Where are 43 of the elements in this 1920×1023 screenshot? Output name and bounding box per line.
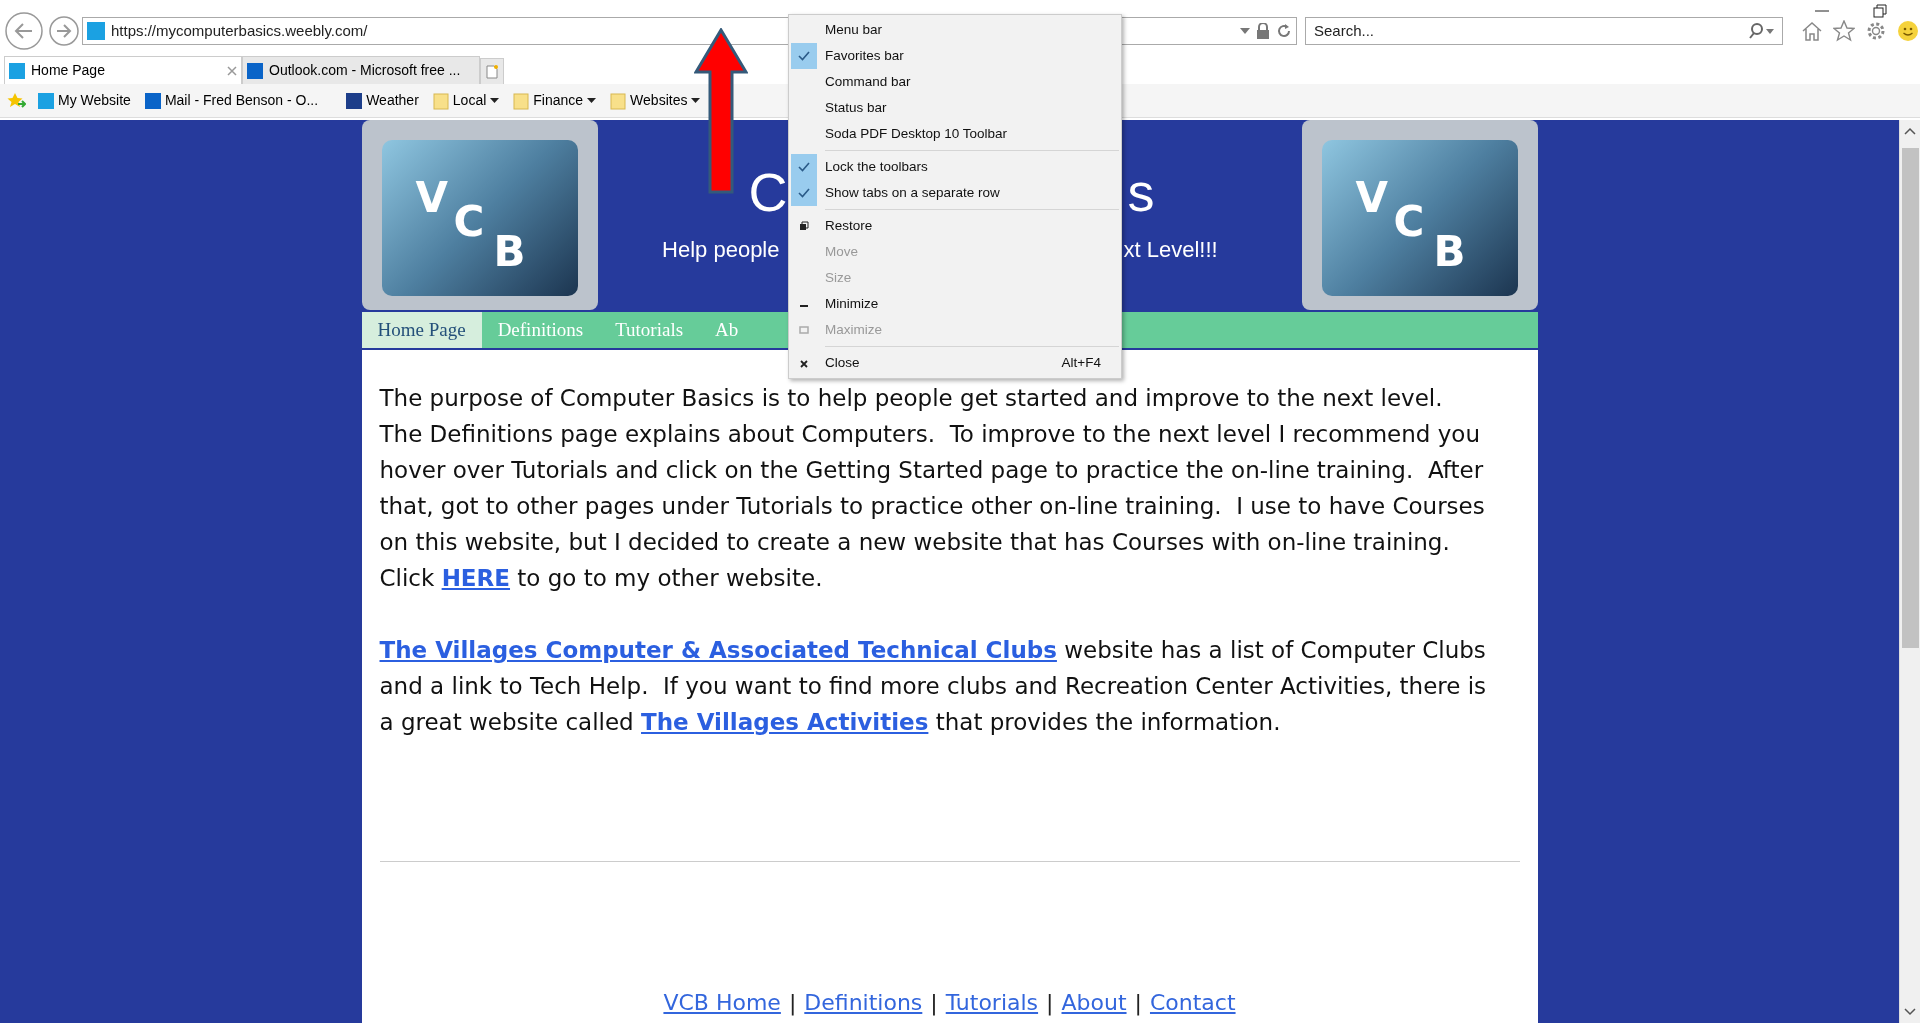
search-field[interactable]: Search...: [1314, 19, 1748, 43]
menu-item[interactable]: Command bar: [789, 69, 1121, 95]
favorites-item[interactable]: My Website: [36, 90, 133, 111]
menu-item[interactable]: Menu bar: [789, 17, 1121, 43]
link[interactable]: HERE: [441, 565, 510, 591]
site-subtitle: xt Level!!!: [1123, 235, 1218, 264]
footer-link[interactable]: VCB Home: [663, 986, 781, 1019]
paragraph: The Villages Computer & Associated Technical Clubs website has a list of Computer Clubs and a link to Tech Help. If you want to find more clubs and Recreation Center Activities, there is a great website called The Villages Activities that provides the information.: [379, 636, 1488, 737]
footer-link[interactable]: Contact: [1149, 986, 1236, 1019]
menu-item[interactable]: Soda PDF Desktop 10 Toolbar: [789, 121, 1121, 147]
search-bar[interactable]: Search...: [1305, 17, 1783, 45]
url-text: https://mycomputerbasics.weebly.com/: [111, 20, 368, 41]
footer-link[interactable]: Definitions: [804, 986, 923, 1019]
pipe-character: |: [788, 989, 797, 1018]
favorites-item[interactable]: Finance: [511, 90, 599, 111]
favorites-item[interactable]: Websites: [608, 90, 703, 111]
menu-item[interactable]: Favorites bar: [789, 43, 1121, 69]
menu-item[interactable]: Restore: [789, 213, 1121, 239]
favorites-item[interactable]: Mail - Fred Benson - O...: [142, 90, 321, 111]
menu-item[interactable]: Show tabs on a separate row: [789, 180, 1121, 206]
vcb-logo-icon: VC B: [1301, 120, 1538, 310]
favorites-item[interactable]: Local: [430, 90, 502, 111]
menu-item[interactable]: Close Alt+F4: [789, 350, 1121, 376]
browser-tab[interactable]: Outlook.com - Microsoft free ...: [242, 56, 480, 84]
shortcut-text: Alt+F4: [1061, 353, 1101, 372]
pipe-character: |: [930, 989, 938, 1018]
nav-link[interactable]: Home Page: [361, 312, 482, 348]
vcb-logo-icon: VC B: [361, 120, 598, 310]
link[interactable]: The Villages Activities: [641, 709, 929, 735]
pipe-character: |: [1134, 989, 1142, 1018]
favorites-item[interactable]: Weather: [344, 90, 421, 111]
footer-link[interactable]: Tutorials: [945, 986, 1039, 1019]
footer-link[interactable]: About: [1061, 986, 1127, 1019]
paragraph: The purpose of Computer Basics is to help people get started and improve to the next level. The Definitions page explains about Computers. To improve to the next level I recommend you hover over Tutorials and click on the Getting Started page to practice the on-line training. After that, got to other pages under Tutorials to practice other on-line training. I use to have Courses on this website, but I decided to create a new website that has Courses with on-line training. Click HERE to go to my other website.: [379, 384, 1486, 593]
menu-item[interactable]: Minimize: [789, 291, 1121, 317]
menu-item[interactable]: Status bar: [789, 95, 1121, 121]
menu-item[interactable]: Lock the toolbars: [789, 154, 1121, 180]
browser-tab[interactable]: Home Page: [4, 56, 242, 84]
link[interactable]: The Villages Computer & Associated Technical Clubs: [379, 637, 1057, 663]
site-title: s: [1127, 164, 1155, 219]
pipe-character: |: [1046, 989, 1054, 1018]
site-title: C: [747, 164, 788, 219]
site-subtitle: Help people: [661, 235, 780, 264]
